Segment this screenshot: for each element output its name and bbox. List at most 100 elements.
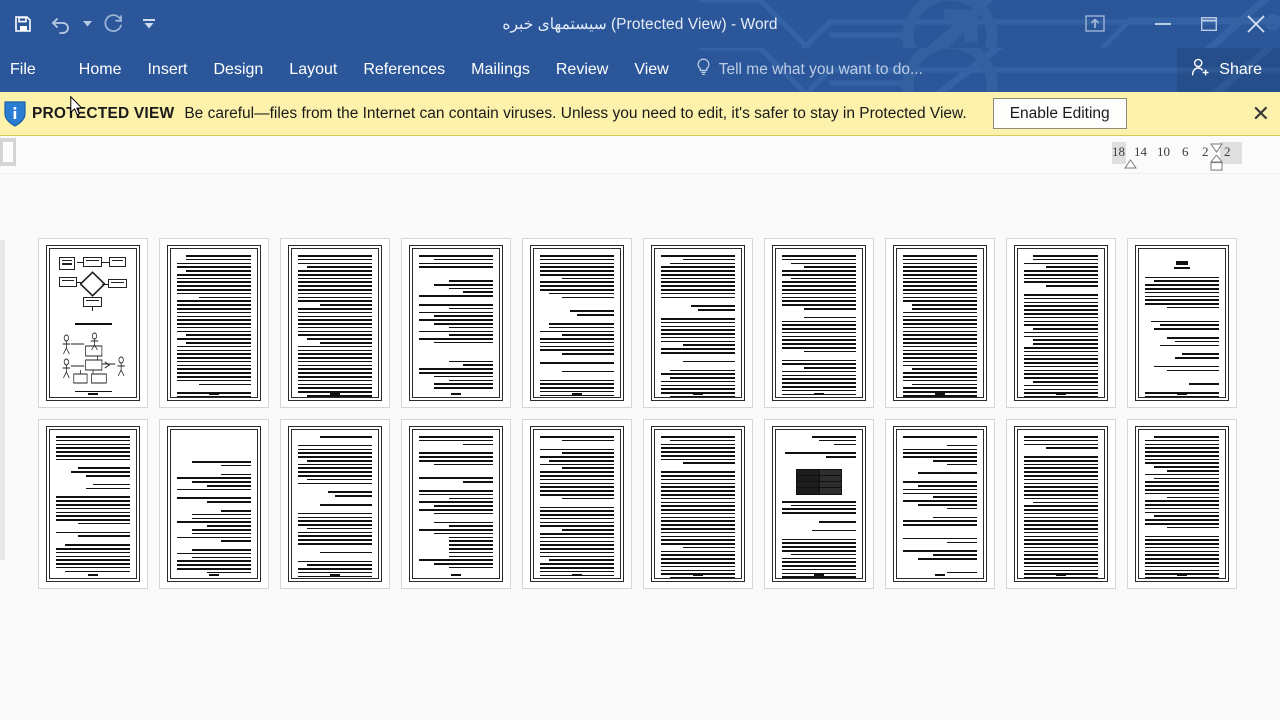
page-border xyxy=(46,426,140,582)
page-border xyxy=(409,426,503,582)
lightbulb-icon xyxy=(696,58,711,82)
ribbon-tab-references[interactable]: References xyxy=(350,48,458,92)
customize-quick-access-toolbar-icon[interactable] xyxy=(132,5,166,43)
share-label: Share xyxy=(1219,61,1262,78)
protected-view-close-icon[interactable]: ✕ xyxy=(1248,102,1274,125)
ruler-scale[interactable]: 18 14 10 6 2 2 xyxy=(1112,142,1242,171)
ribbon-tab-bar: File Home Insert Design Layout Reference… xyxy=(0,48,1280,92)
protected-view-bar: PROTECTED VIEW Be careful—files from the… xyxy=(0,92,1280,136)
page-border xyxy=(772,426,866,582)
page-border xyxy=(1014,245,1108,401)
page-border xyxy=(167,426,261,582)
page-border xyxy=(1014,426,1108,582)
page-thumbnail[interactable] xyxy=(1006,419,1116,589)
page-thumbnail[interactable] xyxy=(885,419,995,589)
ribbon-tab-layout[interactable]: Layout xyxy=(276,48,350,92)
page-content-7 xyxy=(775,248,863,398)
page-thumbnail[interactable] xyxy=(643,419,753,589)
page-border xyxy=(288,426,382,582)
page-thumbnail[interactable] xyxy=(643,238,753,408)
ribbon-tab-mailings[interactable]: Mailings xyxy=(458,48,543,92)
page-thumbnail[interactable] xyxy=(159,419,269,589)
share-button[interactable]: Share xyxy=(1177,48,1280,92)
tab-stop-selector[interactable] xyxy=(0,138,16,166)
page-content-11 xyxy=(49,429,137,579)
page-thumbnail[interactable] xyxy=(38,419,148,589)
page-border xyxy=(530,245,624,401)
page-border xyxy=(651,245,745,401)
undo-dropdown-chevron-down-icon[interactable] xyxy=(80,5,94,43)
page-thumbnail[interactable] xyxy=(159,238,269,408)
page-border xyxy=(530,426,624,582)
tell-me-search[interactable]: Tell me what you want to do... xyxy=(696,58,923,82)
page-content-5 xyxy=(533,248,621,398)
page-content-1 xyxy=(49,248,137,398)
page-thumbnail[interactable] xyxy=(401,419,511,589)
page-thumbnail[interactable] xyxy=(522,419,632,589)
mouse-cursor xyxy=(70,95,84,116)
page-content-8 xyxy=(896,248,984,398)
ribbon-tab-view[interactable]: View xyxy=(621,48,681,92)
page-content-12 xyxy=(170,429,258,579)
page-content-20 xyxy=(1138,429,1226,579)
page-thumbnail[interactable] xyxy=(522,238,632,408)
maximize-restore-icon[interactable] xyxy=(1186,4,1232,44)
page-content-4 xyxy=(412,248,500,398)
ribbon-display-options-icon[interactable] xyxy=(1072,4,1118,44)
page-thumbnail[interactable] xyxy=(764,419,874,589)
page-thumbnail[interactable] xyxy=(38,238,148,408)
page-border xyxy=(893,426,987,582)
page-content-16 xyxy=(654,429,742,579)
redo-icon[interactable] xyxy=(94,5,132,43)
shield-info-icon xyxy=(0,99,30,129)
window-controls[interactable] xyxy=(1072,0,1280,48)
left-edge-scroll-nub xyxy=(0,240,5,560)
page-thumbnail[interactable] xyxy=(401,238,511,408)
page-thumbnail[interactable] xyxy=(1127,238,1237,408)
ribbon-tab-file[interactable]: File xyxy=(0,48,50,92)
page-border xyxy=(288,245,382,401)
ruler[interactable]: 18 14 10 6 2 2 xyxy=(0,136,1280,174)
page-thumbnail-grid[interactable] xyxy=(38,238,1237,589)
tell-me-placeholder: Tell me what you want to do... xyxy=(718,61,923,78)
minimize-icon[interactable] xyxy=(1140,4,1186,44)
close-icon[interactable] xyxy=(1232,4,1280,44)
document-table xyxy=(796,468,842,495)
quick-access-toolbar[interactable] xyxy=(0,0,166,48)
ruler-tick-10: 10 xyxy=(1157,144,1170,159)
ruler-tick-2: 2 xyxy=(1202,144,1209,159)
person-add-icon xyxy=(1191,58,1211,82)
page-thumbnail[interactable] xyxy=(885,238,995,408)
ribbon-tab-home[interactable]: Home xyxy=(66,48,135,92)
protected-view-message: Be careful—files from the Internet can c… xyxy=(184,104,967,122)
page-content-17 xyxy=(775,429,863,579)
page-content-13 xyxy=(291,429,379,579)
page-content-14 xyxy=(412,429,500,579)
page-content-6 xyxy=(654,248,742,398)
save-icon[interactable] xyxy=(4,5,42,43)
ribbon-tab-review[interactable]: Review xyxy=(543,48,621,92)
page-content-19 xyxy=(1017,429,1105,579)
title-bar: سیستمهای خبره (Protected View) - Word xyxy=(0,0,1280,48)
page-thumbnail[interactable] xyxy=(764,238,874,408)
page-content-3 xyxy=(291,248,379,398)
page-thumbnail[interactable] xyxy=(280,419,390,589)
ruler-tick-6: 6 xyxy=(1182,144,1189,159)
ribbon-tab-design[interactable]: Design xyxy=(200,48,276,92)
page-content-18 xyxy=(896,429,984,579)
ribbon-tab-insert[interactable]: Insert xyxy=(134,48,200,92)
page-thumbnail[interactable] xyxy=(1006,238,1116,408)
enable-editing-button[interactable]: Enable Editing xyxy=(992,97,1127,130)
undo-icon[interactable] xyxy=(42,5,80,43)
document-canvas[interactable] xyxy=(0,174,1280,720)
page-border xyxy=(893,245,987,401)
first-line-indent-marker[interactable] xyxy=(1124,156,1137,174)
page-thumbnail[interactable] xyxy=(280,238,390,408)
ruler-tick-2b: 2 xyxy=(1224,144,1231,159)
page-content-10 xyxy=(1138,248,1226,398)
page-border xyxy=(1135,426,1229,582)
page-border xyxy=(46,245,140,401)
page-border xyxy=(409,245,503,401)
page-thumbnail[interactable] xyxy=(1127,419,1237,589)
page-border xyxy=(651,426,745,582)
